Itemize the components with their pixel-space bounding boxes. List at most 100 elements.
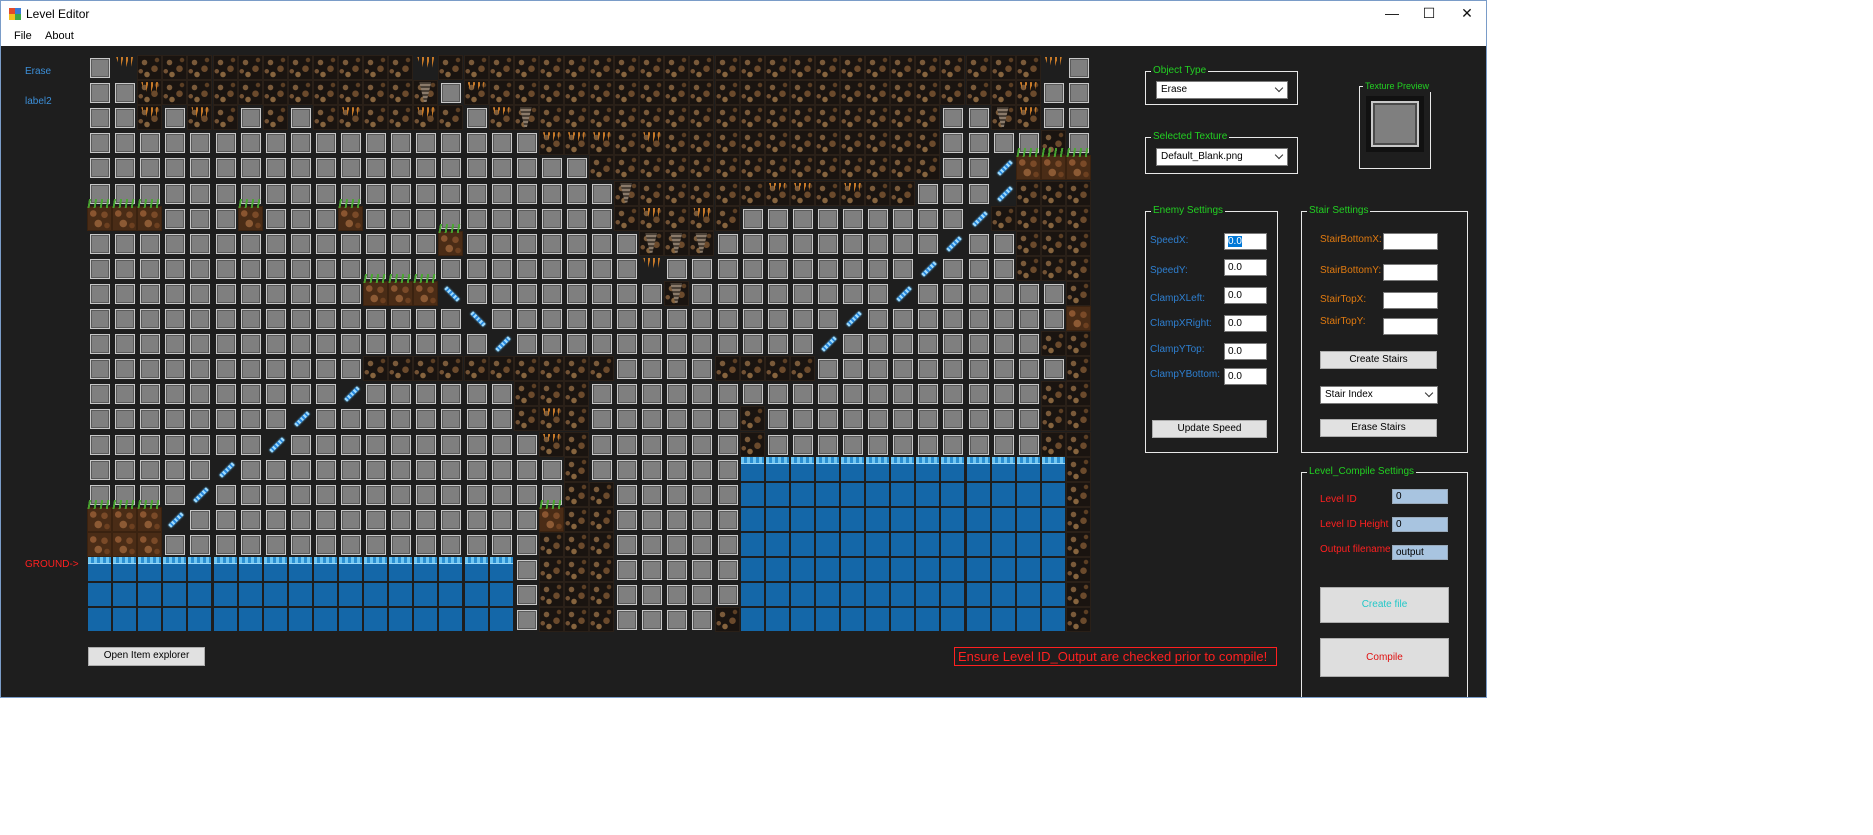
tile-rock[interactable] bbox=[463, 55, 489, 80]
tile-blank-gray[interactable] bbox=[639, 456, 665, 482]
tile-blank-gray[interactable] bbox=[463, 406, 489, 432]
tile-water[interactable] bbox=[814, 531, 840, 557]
tile-dirt-grass[interactable] bbox=[137, 499, 163, 532]
tile-blank-gray[interactable] bbox=[614, 531, 640, 557]
tile-blank-gray[interactable] bbox=[689, 381, 715, 407]
tile-blank-gray[interactable] bbox=[388, 155, 414, 181]
tile-rock[interactable] bbox=[589, 356, 614, 382]
tile-blank-gray[interactable] bbox=[237, 280, 263, 306]
tile-blank-gray[interactable] bbox=[739, 381, 765, 407]
tile-blank-gray[interactable] bbox=[187, 230, 213, 256]
tile-blank-gray[interactable] bbox=[890, 205, 916, 231]
tile-blank-gray[interactable] bbox=[287, 481, 313, 507]
tile-water-top[interactable] bbox=[212, 557, 238, 582]
tile-blank-gray[interactable] bbox=[890, 255, 916, 281]
tile-rock[interactable] bbox=[764, 55, 790, 80]
tile-rock[interactable] bbox=[714, 80, 740, 106]
tile-water[interactable] bbox=[940, 531, 966, 557]
tile-water[interactable] bbox=[965, 582, 991, 608]
tile-blank-gray[interactable] bbox=[689, 306, 715, 331]
tile-blank-gray[interactable] bbox=[714, 582, 740, 608]
tile-stair-down[interactable] bbox=[162, 506, 188, 532]
tile-water[interactable] bbox=[789, 481, 815, 507]
tile-rock[interactable] bbox=[689, 80, 715, 106]
tile-water[interactable] bbox=[87, 582, 112, 608]
tile-blank-gray[interactable] bbox=[212, 255, 238, 281]
tile-water[interactable] bbox=[990, 557, 1016, 582]
selected-texture-select[interactable]: Default_Blank.png bbox=[1156, 148, 1288, 166]
compile-button[interactable]: Compile bbox=[1320, 638, 1449, 677]
tile-blank-gray[interactable] bbox=[237, 406, 263, 432]
tile-water[interactable] bbox=[915, 506, 941, 532]
tile-blank-gray[interactable] bbox=[639, 406, 665, 432]
tile-water[interactable] bbox=[112, 607, 138, 633]
tile-blank-gray[interactable] bbox=[438, 531, 464, 557]
tile-blank-gray[interactable] bbox=[363, 481, 389, 507]
tile-blank-gray[interactable] bbox=[513, 431, 539, 457]
tile-rock[interactable] bbox=[363, 105, 389, 131]
tile-blank-gray[interactable] bbox=[890, 356, 916, 382]
tile-water-top[interactable] bbox=[312, 557, 338, 582]
tile-rock[interactable] bbox=[488, 55, 514, 80]
tile-blank-gray[interactable] bbox=[639, 306, 665, 331]
tile-blank-gray[interactable] bbox=[162, 280, 188, 306]
tile-blank-gray[interactable] bbox=[563, 255, 589, 281]
tile-blank-gray[interactable] bbox=[237, 130, 263, 156]
tile-blank-gray[interactable] bbox=[212, 406, 238, 432]
tile-rock[interactable] bbox=[563, 105, 589, 131]
tile-blank-gray[interactable] bbox=[739, 230, 765, 256]
tile-rock[interactable] bbox=[890, 55, 916, 80]
tile-blank-gray[interactable] bbox=[112, 381, 138, 407]
tile-blank-gray[interactable] bbox=[338, 406, 363, 432]
tile-blank-gray[interactable] bbox=[639, 557, 665, 582]
tile-water[interactable] bbox=[262, 607, 288, 633]
tile-blank-gray[interactable] bbox=[865, 205, 891, 231]
tile-blank-gray[interactable] bbox=[413, 230, 439, 256]
tile-water-top[interactable] bbox=[463, 557, 489, 582]
tile-rock[interactable] bbox=[739, 80, 765, 106]
tile-water[interactable] bbox=[488, 607, 514, 633]
tile-water[interactable] bbox=[990, 582, 1016, 608]
tile-water[interactable] bbox=[764, 607, 790, 633]
tile-blank-gray[interactable] bbox=[87, 155, 112, 181]
tile-blank-gray[interactable] bbox=[463, 230, 489, 256]
tile-rock[interactable] bbox=[1065, 230, 1091, 256]
tile-blank-gray[interactable] bbox=[840, 255, 865, 281]
tile-blank-gray[interactable] bbox=[212, 155, 238, 181]
tile-blank-gray[interactable] bbox=[513, 180, 539, 206]
tile-blank-gray[interactable] bbox=[87, 381, 112, 407]
tile-rock[interactable] bbox=[614, 205, 640, 231]
tile-blank-gray[interactable] bbox=[312, 356, 338, 382]
tile-water[interactable] bbox=[865, 557, 891, 582]
tile-rock[interactable] bbox=[463, 356, 489, 382]
tile-blank-gray[interactable] bbox=[112, 130, 138, 156]
tile-water[interactable] bbox=[187, 582, 213, 608]
tile-rock[interactable] bbox=[1065, 205, 1091, 231]
tile-rock[interactable] bbox=[664, 180, 690, 206]
create-file-button[interactable]: Create file bbox=[1320, 587, 1449, 623]
tile-dirt-grass[interactable] bbox=[87, 198, 112, 231]
tile-blank-gray[interactable] bbox=[187, 331, 213, 357]
tile-blank-gray[interactable] bbox=[940, 105, 966, 131]
tile-dirt[interactable] bbox=[112, 531, 138, 557]
tile-blank-gray[interactable] bbox=[112, 406, 138, 432]
tile-blank-gray[interactable] bbox=[413, 431, 439, 457]
tile-blank-gray[interactable] bbox=[739, 306, 765, 331]
tile-rock[interactable] bbox=[1065, 331, 1091, 357]
tile-blank-gray[interactable] bbox=[338, 356, 363, 382]
tile-water-top[interactable] bbox=[990, 456, 1016, 482]
tile-blank-gray[interactable] bbox=[739, 255, 765, 281]
tile-rock[interactable] bbox=[739, 431, 765, 457]
tile-stair-down[interactable] bbox=[940, 230, 966, 256]
tile-blank-gray[interactable] bbox=[664, 331, 690, 357]
tile-blank-gray[interactable] bbox=[262, 306, 288, 331]
tile-blank-gray[interactable] bbox=[413, 180, 439, 206]
tile-blank-gray[interactable] bbox=[965, 406, 991, 432]
tile-blank-gray[interactable] bbox=[940, 431, 966, 457]
tile-blank-gray[interactable] bbox=[262, 356, 288, 382]
tile-stair-down[interactable] bbox=[965, 205, 991, 231]
tile-blank-gray[interactable] bbox=[262, 456, 288, 482]
tile-water-top[interactable] bbox=[237, 557, 263, 582]
tile-water[interactable] bbox=[865, 582, 891, 608]
tile-blank-gray[interactable] bbox=[162, 130, 188, 156]
